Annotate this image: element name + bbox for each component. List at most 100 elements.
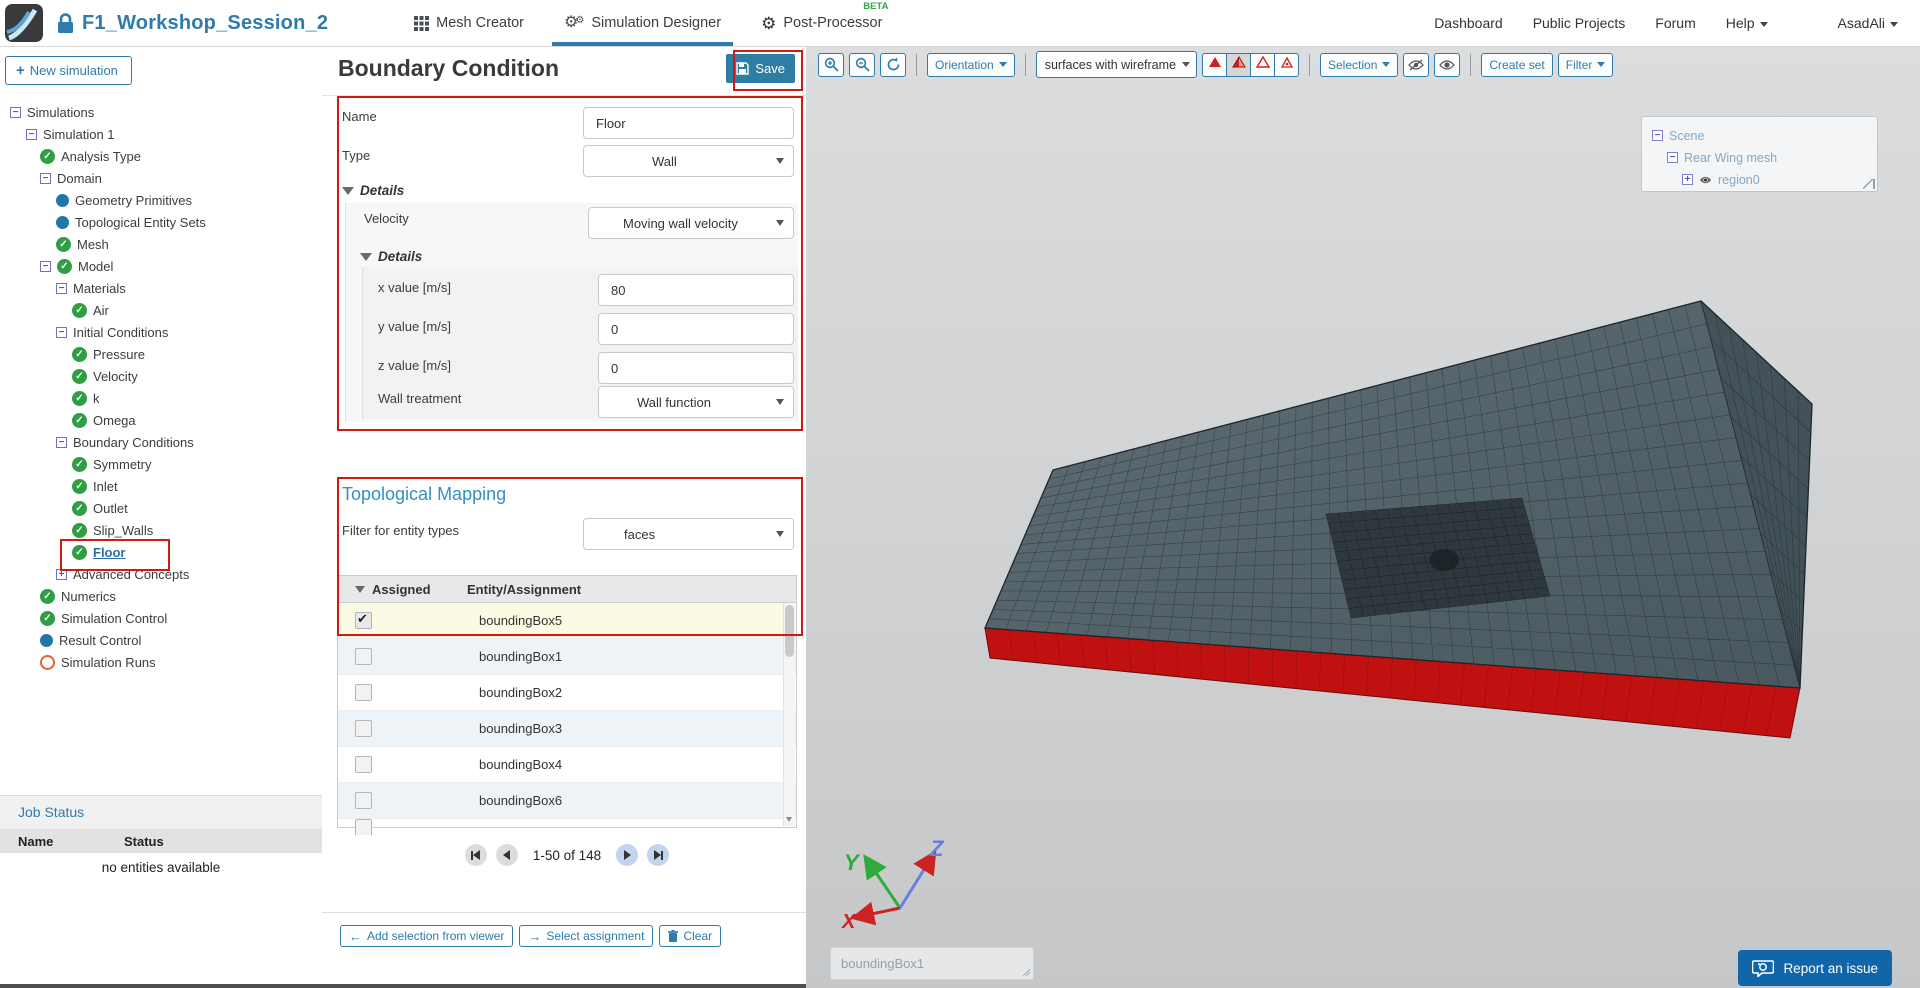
sidebar-item-symmetry[interactable]: ✓ Symmetry bbox=[0, 453, 322, 475]
sidebar-item-mesh[interactable]: ✓ Mesh bbox=[0, 233, 322, 255]
sidebar-item-boundary-conditions[interactable]: − Boundary Conditions bbox=[0, 431, 322, 453]
save-button[interactable]: Save bbox=[726, 54, 795, 83]
assigned-checkbox[interactable] bbox=[355, 611, 372, 629]
collapse-icon[interactable]: − bbox=[26, 128, 37, 140]
entity-filter-select[interactable]: faces bbox=[583, 518, 794, 550]
nav-dashboard[interactable]: Dashboard bbox=[1434, 15, 1503, 31]
expand-icon[interactable]: + bbox=[1682, 174, 1693, 185]
sidebar-item-result-control[interactable]: Result Control bbox=[0, 629, 322, 651]
table-row[interactable] bbox=[338, 819, 796, 835]
select-assignment-button[interactable]: → Select assignment bbox=[519, 925, 654, 947]
orientation-dropdown[interactable]: Orientation bbox=[927, 52, 1015, 77]
sidebar-item-velocity[interactable]: ✓ Velocity bbox=[0, 365, 322, 387]
tab-simulation-designer[interactable]: ⚙⚙ Simulation Designer bbox=[544, 0, 741, 46]
collapse-icon[interactable]: − bbox=[1667, 152, 1678, 163]
simscale-logo-icon[interactable] bbox=[5, 4, 43, 42]
sidebar-item-outlet[interactable]: ✓ Outlet bbox=[0, 497, 322, 519]
viewer-3d[interactable]: Orientation surfaces with wireframe Sele… bbox=[806, 46, 1920, 988]
collapse-icon[interactable]: − bbox=[40, 172, 51, 184]
render-mode-surfaces-with-wireframe-button[interactable] bbox=[1226, 52, 1251, 77]
sidebar-item-materials[interactable]: − Materials bbox=[0, 277, 322, 299]
sidebar-item-simulation-runs[interactable]: Simulation Runs bbox=[0, 651, 322, 673]
sidebar-item-numerics[interactable]: ✓ Numerics bbox=[0, 585, 322, 607]
name-input[interactable] bbox=[583, 107, 794, 139]
user-menu[interactable]: AsadAli bbox=[1838, 15, 1898, 31]
table-row-boundingbox4[interactable]: boundingBox4 bbox=[338, 747, 796, 783]
collapse-icon[interactable]: − bbox=[56, 326, 67, 338]
assigned-checkbox[interactable] bbox=[355, 684, 372, 701]
scene-item-scene[interactable]: − Scene bbox=[1652, 126, 1877, 145]
collapse-icon[interactable]: − bbox=[1652, 130, 1663, 141]
sidebar-item-simulation-1[interactable]: − Simulation 1 bbox=[0, 123, 322, 145]
render-style-select[interactable]: surfaces with wireframe bbox=[1035, 51, 1197, 78]
render-mode-surfaces-button[interactable] bbox=[1202, 52, 1227, 77]
inner-details-header[interactable]: Details bbox=[360, 249, 422, 264]
assigned-checkbox[interactable] bbox=[355, 756, 372, 773]
next-page-button[interactable] bbox=[616, 844, 639, 866]
report-issue-button[interactable]: Report an issue bbox=[1738, 950, 1892, 986]
create-set-button[interactable]: Create set bbox=[1481, 52, 1553, 77]
resize-handle-icon[interactable] bbox=[1863, 179, 1875, 189]
collapse-icon[interactable]: − bbox=[10, 106, 21, 118]
tab-post-processor[interactable]: ⚙ Post-Processor BETA bbox=[741, 0, 902, 46]
velocity-select[interactable]: Moving wall velocity bbox=[588, 207, 794, 239]
z-value-m-s-input[interactable] bbox=[598, 352, 794, 384]
sidebar-item-advanced-concepts[interactable]: + Advanced Concepts bbox=[0, 563, 322, 585]
sidebar-item-slip-walls[interactable]: ✓ Slip_Walls bbox=[0, 519, 322, 541]
sidebar-item-geometry-primitives[interactable]: Geometry Primitives bbox=[0, 189, 322, 211]
tab-mesh-creator[interactable]: Mesh Creator bbox=[394, 0, 544, 46]
previous-page-button[interactable] bbox=[495, 844, 518, 866]
collapse-icon[interactable]: − bbox=[40, 260, 51, 272]
scene-item-rear-wing-mesh[interactable]: − Rear Wing mesh bbox=[1652, 148, 1877, 167]
expand-icon[interactable]: + bbox=[56, 568, 67, 580]
sidebar-item-model[interactable]: − ✓ Model bbox=[0, 255, 322, 277]
assigned-checkbox[interactable] bbox=[355, 819, 372, 835]
nav-forum[interactable]: Forum bbox=[1655, 15, 1695, 31]
last-page-button[interactable] bbox=[647, 844, 670, 866]
eye-icon[interactable] bbox=[1699, 175, 1712, 185]
show-all-button[interactable] bbox=[1434, 52, 1461, 77]
table-row-boundingbox6[interactable]: boundingBox6 bbox=[338, 783, 796, 819]
sidebar-item-floor[interactable]: ✓ Floor bbox=[0, 541, 322, 563]
filter-dropdown[interactable]: Filter bbox=[1557, 52, 1614, 77]
collapse-icon[interactable]: − bbox=[56, 282, 67, 294]
sidebar-item-topological-entity-sets[interactable]: Topological Entity Sets bbox=[0, 211, 322, 233]
wall-treatment-select[interactable]: Wall function bbox=[598, 386, 794, 418]
sidebar-item-air[interactable]: ✓ Air bbox=[0, 299, 322, 321]
nav-help-menu[interactable]: Help bbox=[1726, 15, 1768, 31]
table-row-boundingbox5[interactable]: boundingBox5 bbox=[338, 603, 796, 639]
details-section-header[interactable]: Details bbox=[342, 183, 404, 198]
sidebar-item-pressure[interactable]: ✓ Pressure bbox=[0, 343, 322, 365]
sidebar-item-omega[interactable]: ✓ Omega bbox=[0, 409, 322, 431]
scrollbar-thumb[interactable] bbox=[785, 605, 794, 657]
table-row-boundingbox2[interactable]: boundingBox2 bbox=[338, 675, 796, 711]
type-select[interactable]: Wall bbox=[583, 145, 794, 177]
viewer-name-input[interactable]: boundingBox1 bbox=[830, 947, 1034, 980]
sidebar-item-inlet[interactable]: ✓ Inlet bbox=[0, 475, 322, 497]
sidebar-item-analysis-type[interactable]: ✓ Analysis Type bbox=[0, 145, 322, 167]
sidebar-item-simulation-control[interactable]: ✓ Simulation Control bbox=[0, 607, 322, 629]
sidebar-item-k[interactable]: ✓ k bbox=[0, 387, 322, 409]
first-page-button[interactable] bbox=[464, 844, 487, 866]
y-value-m-s-input[interactable] bbox=[598, 313, 794, 345]
sort-triangle-icon[interactable] bbox=[355, 585, 365, 593]
refresh-view-button[interactable] bbox=[880, 52, 906, 77]
scene-item-region0[interactable]: + region0 bbox=[1652, 170, 1877, 189]
sidebar-item-initial-conditions[interactable]: − Initial Conditions bbox=[0, 321, 322, 343]
collapse-icon[interactable]: − bbox=[56, 436, 67, 448]
zoom-out-button[interactable] bbox=[849, 52, 875, 77]
render-mode-points-button[interactable] bbox=[1274, 52, 1299, 77]
assigned-checkbox[interactable] bbox=[355, 792, 372, 809]
table-row-boundingbox1[interactable]: boundingBox1 bbox=[338, 639, 796, 675]
table-scrollbar[interactable] bbox=[783, 603, 795, 826]
assigned-checkbox[interactable] bbox=[355, 720, 372, 737]
hide-selected-button[interactable] bbox=[1403, 52, 1430, 77]
sidebar-item-domain[interactable]: − Domain bbox=[0, 167, 322, 189]
assigned-checkbox[interactable] bbox=[355, 648, 372, 665]
add-selection-from-viewer-button[interactable]: ← Add selection from viewer bbox=[340, 925, 514, 947]
scroll-down-arrow-icon[interactable] bbox=[786, 817, 792, 822]
table-row-boundingbox3[interactable]: boundingBox3 bbox=[338, 711, 796, 747]
nav-public-projects[interactable]: Public Projects bbox=[1533, 15, 1626, 31]
clear-button[interactable]: Clear bbox=[659, 925, 722, 947]
entity-column-header[interactable]: Entity/Assignment bbox=[467, 582, 581, 597]
